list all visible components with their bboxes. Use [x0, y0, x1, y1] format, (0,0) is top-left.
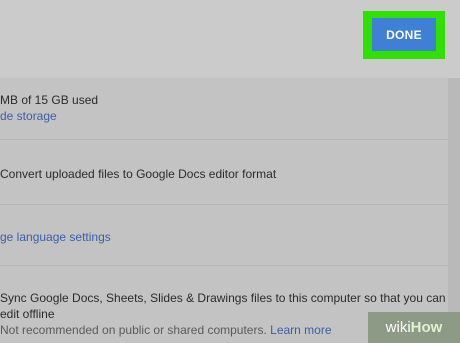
wikihow-wiki-text: wiki	[385, 319, 411, 336]
settings-panel: MB of 15 GB used de storage Convert uplo…	[0, 78, 448, 343]
scrollbar-track[interactable]	[448, 78, 460, 343]
offline-sync-label[interactable]: Sync Google Docs, Sheets, Slides & Drawi…	[0, 291, 446, 305]
offline-note: Not recommended on public or shared comp…	[0, 323, 332, 337]
learn-more-link[interactable]: Learn more	[270, 323, 331, 337]
divider	[0, 204, 448, 205]
divider	[0, 265, 448, 266]
offline-note-text: Not recommended on public or shared comp…	[0, 323, 267, 337]
convert-uploads-label[interactable]: Convert uploaded files to Google Docs ed…	[0, 167, 276, 181]
storage-usage-text: MB of 15 GB used	[0, 93, 99, 107]
language-settings-link[interactable]: ge language settings	[0, 230, 111, 244]
done-button[interactable]: DONE	[372, 18, 436, 51]
offline-sync-label-line2: edit offline	[0, 307, 55, 321]
divider	[0, 139, 448, 140]
wikihow-watermark: wiki How	[368, 312, 460, 343]
buy-storage-link[interactable]: de storage	[0, 109, 57, 123]
wikihow-how-text: How	[410, 319, 443, 336]
